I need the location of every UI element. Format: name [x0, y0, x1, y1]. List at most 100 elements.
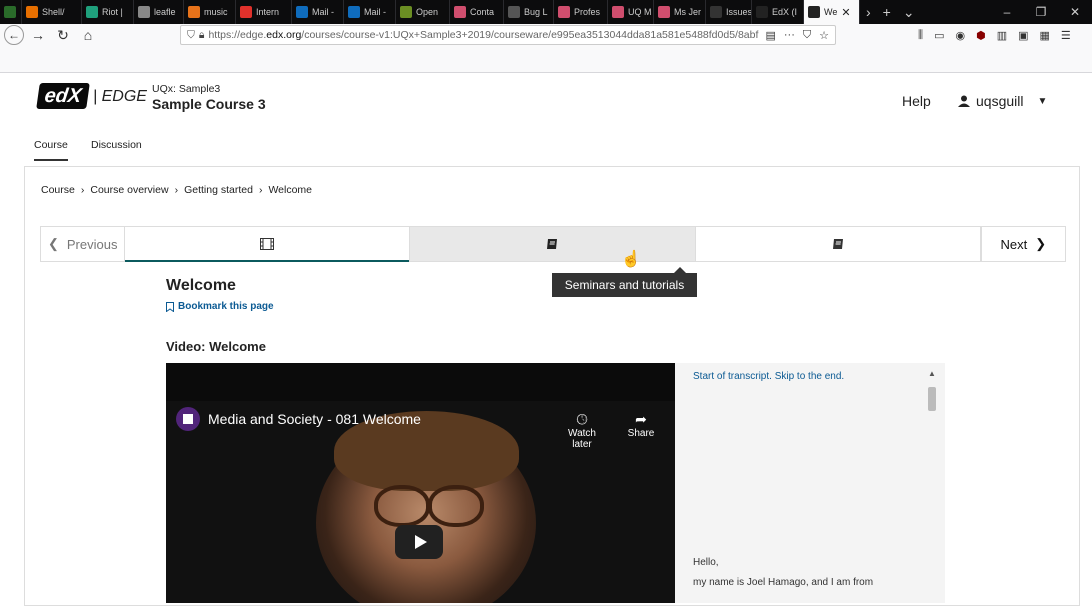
breadcrumb-getting-started[interactable]: Getting started [184, 184, 253, 196]
outlook-icon [296, 6, 308, 18]
account-icon[interactable]: ◉ [955, 29, 965, 42]
browser-tab-label: Mail - [364, 7, 386, 17]
edx-logo[interactable]: edX [36, 83, 90, 109]
menu-icon[interactable]: ☰ [1061, 29, 1071, 42]
browser-tab-label: Issues [726, 7, 752, 17]
share-button[interactable]: ➦ Share [624, 411, 658, 439]
transcript-scrollbar[interactable]: ▲ [927, 369, 937, 601]
browser-tab[interactable]: Intern [236, 0, 292, 24]
course-org: UQx: Sample3 [152, 83, 221, 95]
scrollbar-thumb[interactable] [928, 387, 936, 411]
browser-tab-label: We [824, 7, 838, 17]
issues-icon [710, 6, 722, 18]
browser-tab[interactable]: Bug L [504, 0, 554, 24]
video-icon [260, 238, 275, 250]
browser-tab[interactable]: Profes [554, 0, 608, 24]
browser-tab[interactable]: Issues [706, 0, 752, 24]
transcript-skip-link[interactable]: Start of transcript. Skip to the end. [693, 371, 844, 382]
browser-tab[interactable]: Shell/ [22, 0, 82, 24]
browser-tab-strip: Shell/Riot | leafle music Intern Mail - Mail … [0, 0, 1092, 24]
video-top-bar [166, 363, 675, 401]
pocket-icon [558, 6, 570, 18]
video-title[interactable]: Media and Society - 081 Welcome [208, 411, 421, 427]
close-window-icon[interactable]: ✕ [1058, 5, 1092, 19]
pocket-icon [612, 6, 624, 18]
browser-tab[interactable]: Mail - [344, 0, 396, 24]
music-icon [188, 6, 200, 18]
tab-discussion[interactable]: Discussion [91, 139, 142, 151]
bookmark-button[interactable]: Bookmark this page [166, 301, 274, 312]
tooltip: Seminars and tutorials [552, 267, 697, 297]
pocket-icon[interactable]: ⛉ [803, 29, 811, 42]
lock-icon[interactable]: 🔒︎ [199, 29, 205, 42]
browser-tab[interactable] [0, 0, 22, 24]
browser-tab-label: Intern [256, 7, 280, 17]
seq-tab-reading[interactable] [696, 227, 981, 261]
channel-logo-icon[interactable] [176, 407, 200, 431]
browser-tab[interactable]: Mail - [292, 0, 344, 24]
close-tab-icon[interactable]: ✕ [841, 6, 850, 19]
browser-tab-label: Ms Jer [674, 7, 701, 17]
video-frame-glasses [428, 485, 484, 527]
reader-view-icon[interactable]: ▤ [765, 29, 775, 42]
breadcrumb-separator: › [174, 184, 179, 196]
tab-scroll-right-icon[interactable]: › [860, 4, 877, 20]
bug-icon [508, 6, 520, 18]
transcript-line[interactable]: Hello, [693, 557, 719, 568]
caret-down-icon[interactable]: ▼ [1037, 96, 1047, 107]
breadcrumb-course-overview[interactable]: Course overview [90, 184, 168, 196]
seq-tab-video[interactable] [125, 227, 411, 262]
play-button[interactable] [395, 525, 443, 559]
forward-icon[interactable]: → [27, 24, 49, 46]
user-menu[interactable]: uqsguill ▼ [958, 93, 1047, 109]
browser-tab[interactable]: We ✕ [804, 0, 860, 24]
restore-icon[interactable]: ❐ [1024, 5, 1058, 19]
transcript-line[interactable]: my name is Joel Hamago, and I am from [693, 577, 873, 588]
tab-course[interactable]: Course [34, 139, 68, 161]
breadcrumb-separator: › [80, 184, 85, 196]
bookmark-star-icon[interactable]: ☆ [819, 29, 829, 42]
video-frame-glasses [374, 485, 430, 527]
browser-tab-label: Bug L [524, 7, 548, 17]
extension-icon[interactable]: ▥ [997, 29, 1007, 42]
url-text[interactable]: https://edge.edx.org/courses/course-v1:U… [208, 29, 765, 41]
library-icon[interactable]: ⫼ [918, 29, 923, 42]
browser-tab[interactable]: Open [396, 0, 450, 24]
tab-list-icon[interactable]: ⌄ [897, 4, 921, 21]
watch-later-button[interactable]: 🕓︎ Watch later [558, 411, 606, 450]
help-link[interactable]: Help [902, 93, 931, 109]
browser-tab[interactable]: Conta [450, 0, 504, 24]
back-icon[interactable]: ← [4, 25, 24, 45]
breadcrumb-course[interactable]: Course [41, 184, 75, 196]
ublock-icon[interactable]: ⬢ [976, 29, 986, 42]
browser-tab-label: Shell/ [42, 7, 65, 17]
home-icon[interactable]: ⌂ [77, 24, 99, 46]
browser-tab[interactable]: Riot | [82, 0, 134, 24]
browser-tab[interactable]: Ms Jer [654, 0, 706, 24]
browser-tab[interactable]: EdX (I [752, 0, 804, 24]
scroll-up-icon[interactable]: ▲ [927, 369, 937, 378]
extension-3-icon[interactable]: ▦ [1040, 29, 1050, 42]
page-actions-icon[interactable]: ··· [784, 29, 795, 42]
reload-icon[interactable]: ↻ [52, 24, 74, 46]
video-player[interactable]: Media and Society - 081 Welcome 🕓︎ Watch… [166, 363, 675, 603]
tracking-shield-icon[interactable]: ⛉ [187, 29, 195, 42]
window-controls: – ❐ ✕ [990, 0, 1092, 24]
extension-2-icon[interactable]: ▣ [1018, 29, 1028, 42]
transcript-panel: Start of transcript. Skip to the end. He… [675, 363, 945, 603]
seq-tab-seminars[interactable] [410, 227, 696, 261]
url-bar[interactable]: ⛉ 🔒︎ https://edge.edx.org/courses/course… [180, 25, 836, 45]
breadcrumb: Course › Course overview › Getting start… [41, 184, 312, 196]
edx-header: edX | EDGE UQx: Sample3 Sample Course 3 … [0, 73, 1092, 132]
next-button[interactable]: Next ❯ [980, 227, 1065, 261]
video-title-bar: Media and Society - 081 Welcome [176, 407, 421, 431]
sidebar-icon[interactable]: ▭ [934, 29, 944, 42]
previous-button[interactable]: ❮ Previous [41, 227, 126, 261]
browser-tab[interactable]: music [184, 0, 236, 24]
browser-tab[interactable]: leafle [134, 0, 184, 24]
browser-tab-label: leafle [154, 7, 176, 17]
new-tab-icon[interactable]: + [877, 4, 897, 20]
minimize-icon[interactable]: – [990, 5, 1024, 19]
chevron-right-icon: ❯ [1035, 236, 1047, 251]
browser-tab[interactable]: UQ M [608, 0, 654, 24]
